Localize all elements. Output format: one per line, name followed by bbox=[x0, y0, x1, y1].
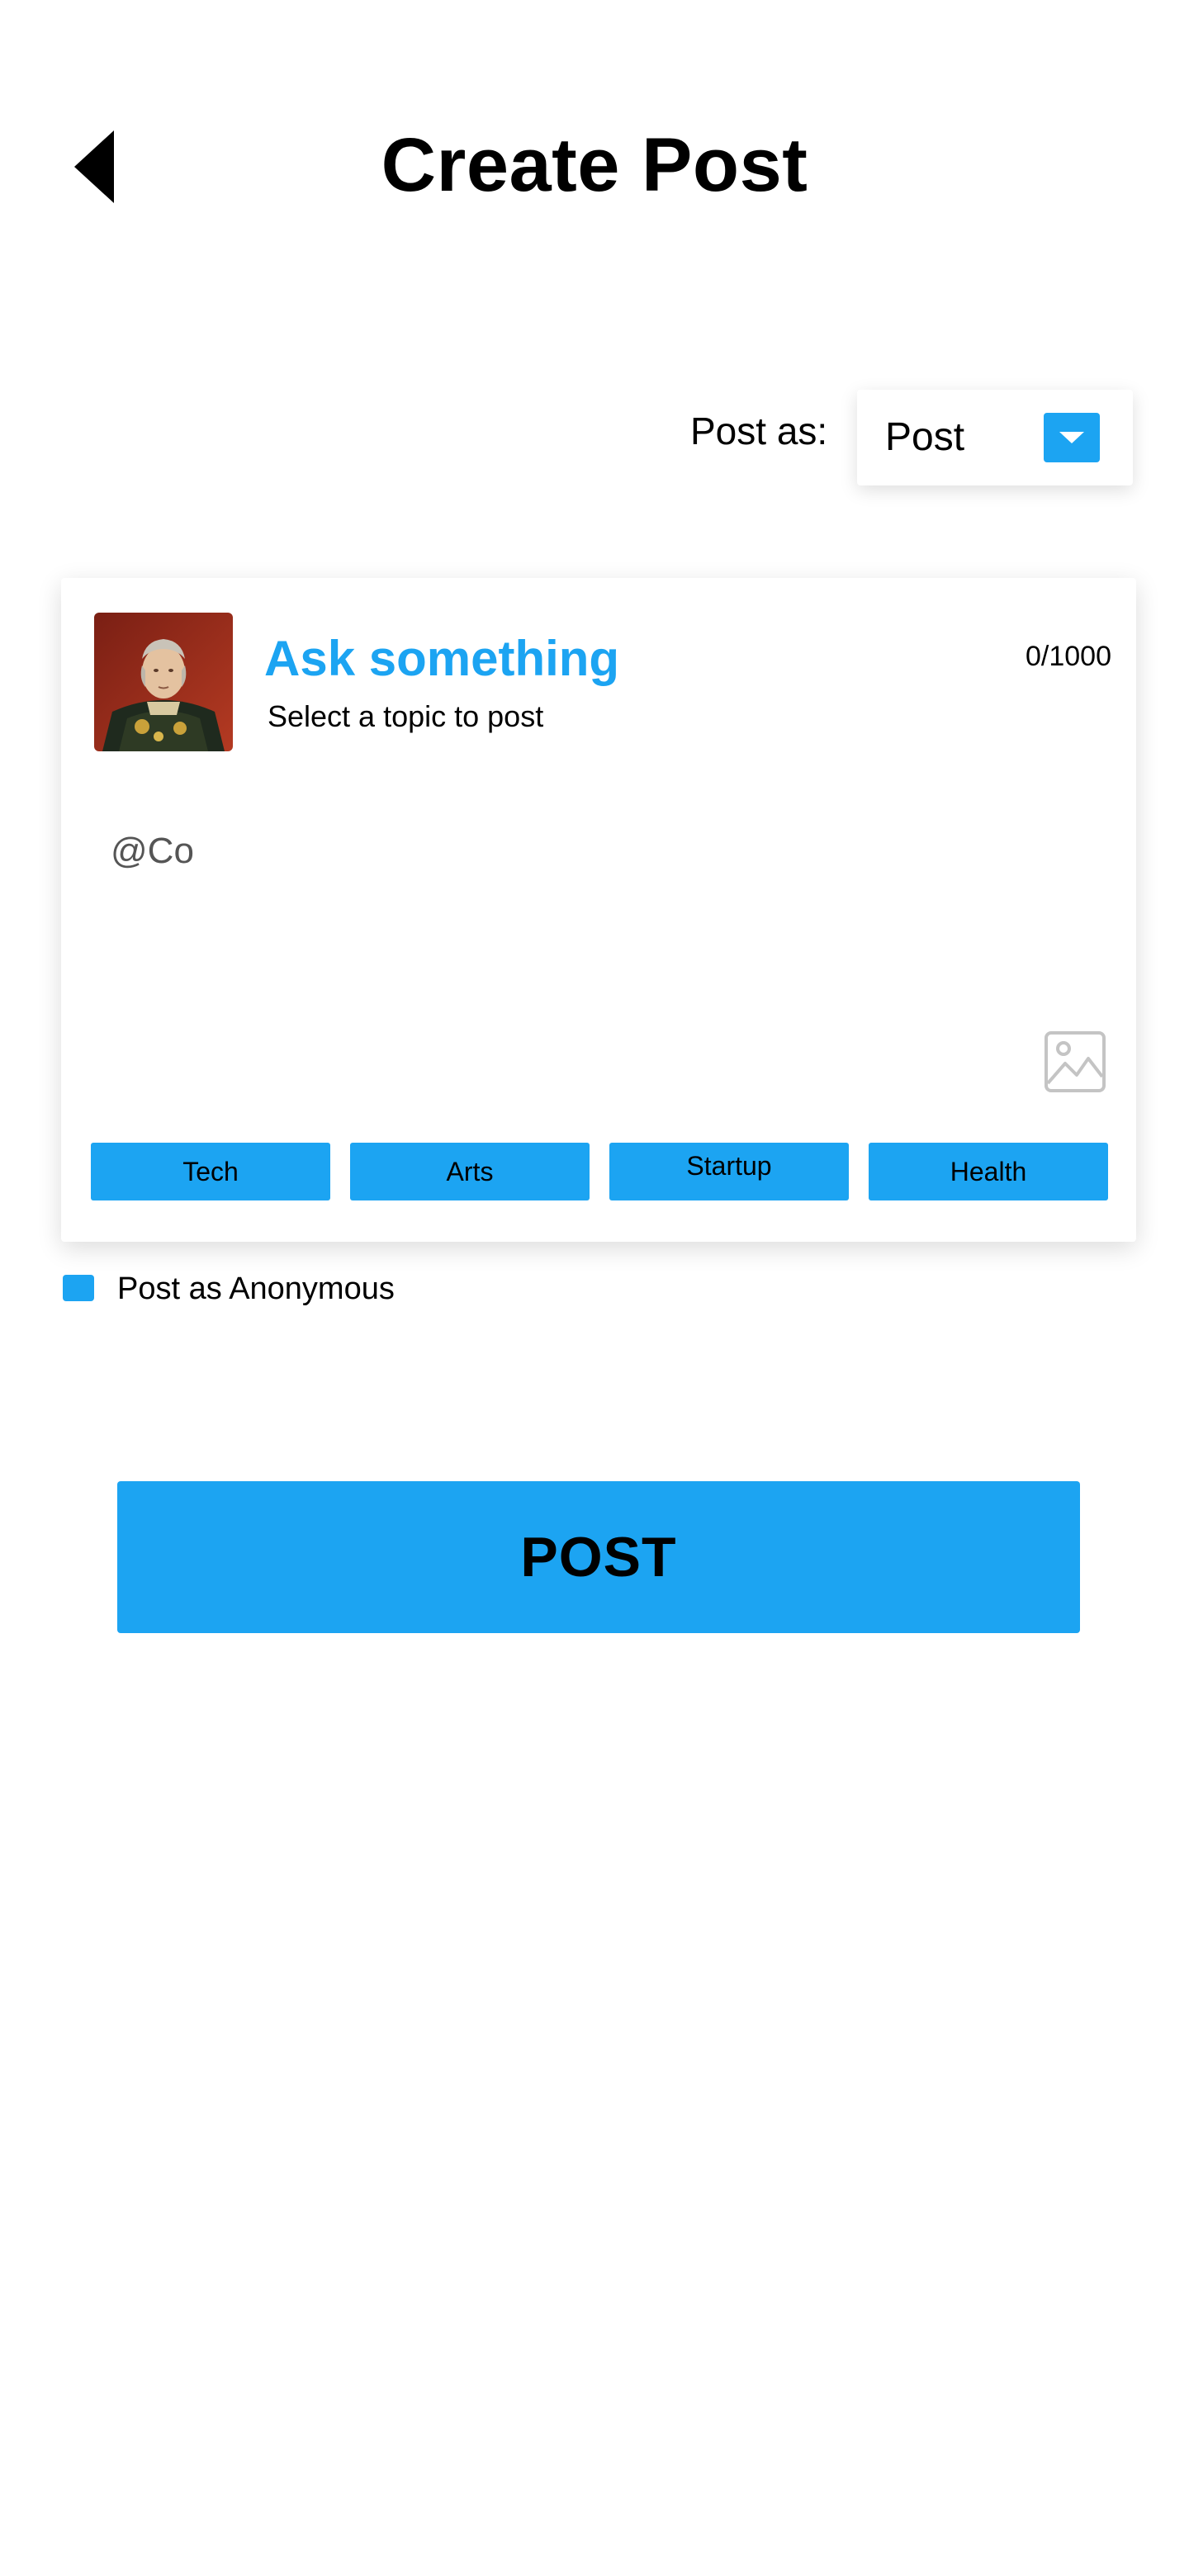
post-as-label: Post as: bbox=[690, 410, 828, 452]
topic-arts-button[interactable]: Arts bbox=[350, 1143, 590, 1200]
add-image-button[interactable] bbox=[1044, 1030, 1106, 1093]
topic-startup-button[interactable]: Startup bbox=[609, 1143, 849, 1200]
chevron-down-icon bbox=[1059, 432, 1084, 443]
anonymous-checkbox[interactable] bbox=[63, 1275, 94, 1301]
post-as-selected-value: Post bbox=[885, 415, 965, 459]
character-counter: 0/1000 bbox=[1026, 641, 1111, 672]
image-icon bbox=[1045, 1031, 1106, 1092]
anonymous-label: Post as Anonymous bbox=[117, 1271, 395, 1306]
card-title: Ask something bbox=[264, 631, 620, 686]
topic-instruction: Select a topic to post bbox=[268, 699, 544, 733]
post-composer-card: Ask something Select a topic to post 0/1… bbox=[61, 578, 1136, 1242]
page-title: Create Post bbox=[381, 123, 808, 207]
dropdown-toggle[interactable] bbox=[1044, 413, 1100, 462]
post-text-input[interactable] bbox=[111, 829, 1019, 994]
post-button[interactable]: POST bbox=[117, 1481, 1080, 1633]
topic-health-button[interactable]: Health bbox=[869, 1143, 1108, 1200]
avatar bbox=[94, 613, 233, 751]
post-as-dropdown[interactable]: Post bbox=[857, 390, 1133, 485]
topic-tech-button[interactable]: Tech bbox=[91, 1143, 330, 1200]
